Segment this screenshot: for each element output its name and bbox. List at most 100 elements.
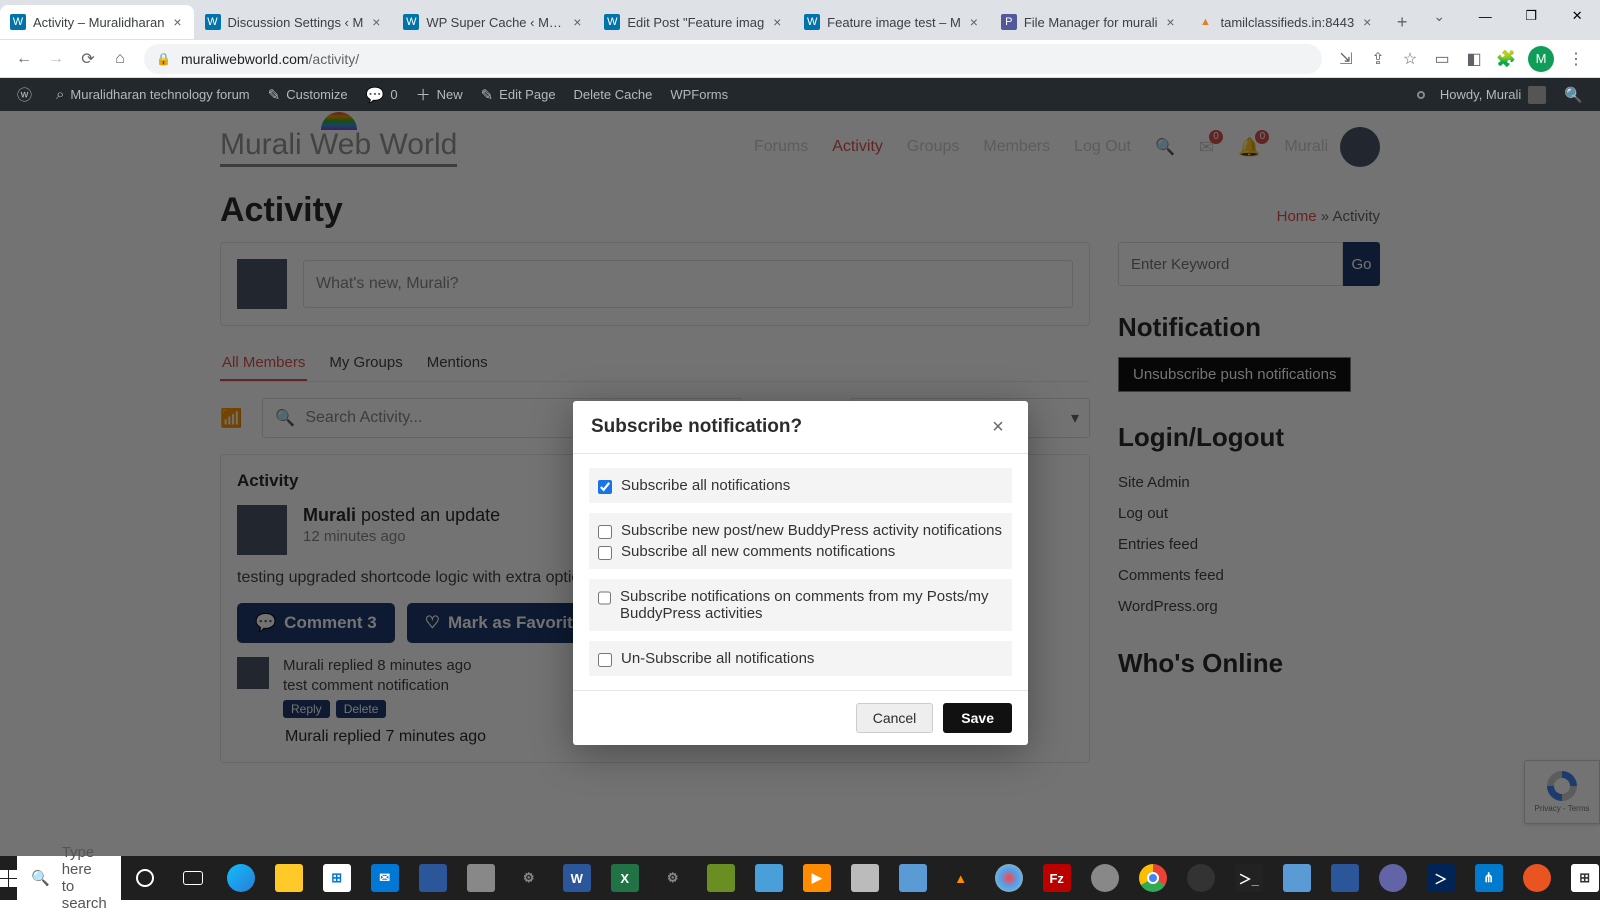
- app-terminal[interactable]: ＞_: [1226, 859, 1272, 897]
- checkbox-new-post[interactable]: [598, 525, 612, 539]
- checkbox-my-posts[interactable]: [598, 591, 611, 605]
- app-paint[interactable]: [986, 859, 1032, 897]
- app-chrome[interactable]: [1130, 859, 1176, 897]
- checkbox-subscribe-all[interactable]: [598, 480, 612, 494]
- app-row2-5[interactable]: [1274, 859, 1320, 897]
- tab-title: Discussion Settings ‹ M: [228, 15, 364, 30]
- url-input[interactable]: 🔒 muraliwebworld.com/activity/: [144, 44, 1322, 74]
- task-view-icon[interactable]: [170, 859, 216, 897]
- back-button[interactable]: ←: [10, 45, 38, 73]
- status-dot-icon: [1417, 91, 1425, 99]
- app-row2-7[interactable]: [1370, 859, 1416, 897]
- close-button[interactable]: ✕: [1554, 0, 1600, 32]
- app-row2-6[interactable]: [1322, 859, 1368, 897]
- app-word[interactable]: W: [554, 859, 600, 897]
- wp-customize[interactable]: ✎Customize: [259, 78, 357, 111]
- app-vscode[interactable]: ⋔: [1466, 859, 1512, 897]
- app-generic-7[interactable]: [890, 859, 936, 897]
- app-explorer[interactable]: [266, 859, 312, 897]
- opt-new-comments[interactable]: Subscribe all new comments notifications: [598, 541, 1003, 562]
- label: Edit Page: [499, 87, 555, 102]
- close-icon[interactable]: ×: [1359, 14, 1375, 30]
- app-edge[interactable]: [218, 859, 264, 897]
- menu-icon[interactable]: ⋮: [1561, 44, 1591, 74]
- tab-0[interactable]: WActivity – Muralidharan×: [0, 5, 194, 39]
- chevron-down-icon[interactable]: ⌄: [1416, 0, 1462, 32]
- close-icon[interactable]: ×: [170, 14, 186, 30]
- tab-1[interactable]: WDiscussion Settings ‹ M×: [195, 5, 393, 39]
- forward-button[interactable]: →: [42, 45, 70, 73]
- wp-site-name[interactable]: ⌕Muralidharan technology forum: [47, 78, 259, 111]
- taskbar-search[interactable]: 🔍Type here to search: [17, 856, 121, 900]
- share-icon[interactable]: ⇪: [1363, 44, 1393, 74]
- cortana-icon[interactable]: [122, 859, 168, 897]
- app-media[interactable]: ▶: [794, 859, 840, 897]
- app-ubuntu[interactable]: [1514, 859, 1560, 897]
- tab-2[interactable]: WWP Super Cache ‹ Mura×: [393, 5, 593, 39]
- reading-list-icon[interactable]: ▭: [1427, 44, 1457, 74]
- wp-delete-cache[interactable]: Delete Cache: [565, 78, 662, 111]
- wp-new[interactable]: ＋New: [407, 78, 472, 111]
- page-body: Murali Web World Forums Activity Groups …: [0, 111, 1600, 900]
- app-generic-3[interactable]: ⚙: [650, 859, 696, 897]
- extension-icon[interactable]: ◧: [1459, 44, 1489, 74]
- app-powershell[interactable]: ＞: [1418, 859, 1464, 897]
- app-generic-1[interactable]: [410, 859, 456, 897]
- opt-my-posts[interactable]: Subscribe notifications on comments from…: [598, 586, 1003, 624]
- app-store[interactable]: ⊞: [314, 859, 360, 897]
- opt-subscribe-all[interactable]: Subscribe all notifications: [598, 475, 1003, 496]
- profile-avatar[interactable]: M: [1528, 46, 1554, 72]
- close-icon[interactable]: ×: [966, 14, 982, 30]
- install-app-icon[interactable]: ⇲: [1331, 44, 1361, 74]
- wp-wpforms[interactable]: WPForms: [661, 78, 737, 111]
- app-excel[interactable]: X: [602, 859, 648, 897]
- lock-icon: 🔒: [156, 52, 171, 66]
- new-tab-button[interactable]: +: [1388, 8, 1416, 36]
- avatar-icon: [1528, 86, 1546, 104]
- app-row2-3[interactable]: [1178, 859, 1224, 897]
- wp-edit-page[interactable]: ✎Edit Page: [472, 78, 565, 111]
- close-icon[interactable]: ×: [368, 14, 384, 30]
- placeholder: Type here to search: [62, 844, 107, 912]
- windows-taskbar: 🔍Type here to search ⊞ ✉ ⚙ W X ⚙ ▶ ▲ Fz …: [0, 856, 1600, 900]
- minimize-button[interactable]: —: [1462, 0, 1508, 32]
- app-generic-6[interactable]: [842, 859, 888, 897]
- save-button[interactable]: Save: [943, 703, 1012, 733]
- app-generic-2[interactable]: [458, 859, 504, 897]
- tab-6[interactable]: ▲tamilclassifieds.in:8443×: [1188, 5, 1384, 39]
- maximize-button[interactable]: ❐: [1508, 0, 1554, 32]
- close-icon[interactable]: ×: [769, 14, 785, 30]
- extensions-menu-icon[interactable]: 🧩: [1491, 44, 1521, 74]
- wp-admin-bar: ⓦ ⌕Muralidharan technology forum ✎Custom…: [0, 78, 1600, 111]
- tab-5[interactable]: PFile Manager for murali×: [991, 5, 1187, 39]
- tab-3[interactable]: WEdit Post "Feature imag×: [594, 5, 793, 39]
- start-button[interactable]: [0, 856, 17, 900]
- opt-unsubscribe-all[interactable]: Un-Subscribe all notifications: [598, 648, 1003, 669]
- label: New: [437, 87, 463, 102]
- close-icon[interactable]: ×: [986, 415, 1010, 439]
- app-filezilla[interactable]: Fz: [1034, 859, 1080, 897]
- wp-howdy[interactable]: Howdy, Murali: [1431, 78, 1555, 111]
- checkbox-unsubscribe-all[interactable]: [598, 653, 612, 667]
- subscribe-modal: Subscribe notification? × Subscribe all …: [573, 401, 1028, 745]
- app-settings[interactable]: ⚙: [506, 859, 552, 897]
- wp-logo[interactable]: ⓦ: [8, 78, 47, 111]
- close-icon[interactable]: ×: [1163, 14, 1179, 30]
- app-generic-4[interactable]: [698, 859, 744, 897]
- wp-search-icon[interactable]: 🔍: [1555, 86, 1592, 104]
- bookmark-icon[interactable]: ☆: [1395, 44, 1425, 74]
- checkbox-new-comments[interactable]: [598, 546, 612, 560]
- app-vlc[interactable]: ▲: [938, 859, 984, 897]
- wp-comments[interactable]: 💬0: [357, 78, 407, 111]
- app-row2-1[interactable]: [1082, 859, 1128, 897]
- app-mail[interactable]: ✉: [362, 859, 408, 897]
- cancel-button[interactable]: Cancel: [856, 703, 934, 733]
- home-button[interactable]: ⌂: [106, 45, 134, 73]
- opt-new-post[interactable]: Subscribe new post/new BuddyPress activi…: [598, 520, 1003, 541]
- app-generic-5[interactable]: [746, 859, 792, 897]
- reload-button[interactable]: ⟳: [74, 45, 102, 73]
- app-row2-11[interactable]: ⊞: [1562, 859, 1600, 897]
- close-icon[interactable]: ×: [569, 14, 585, 30]
- tab-4[interactable]: WFeature image test – M×: [794, 5, 990, 39]
- label: Howdy, Murali: [1440, 87, 1521, 102]
